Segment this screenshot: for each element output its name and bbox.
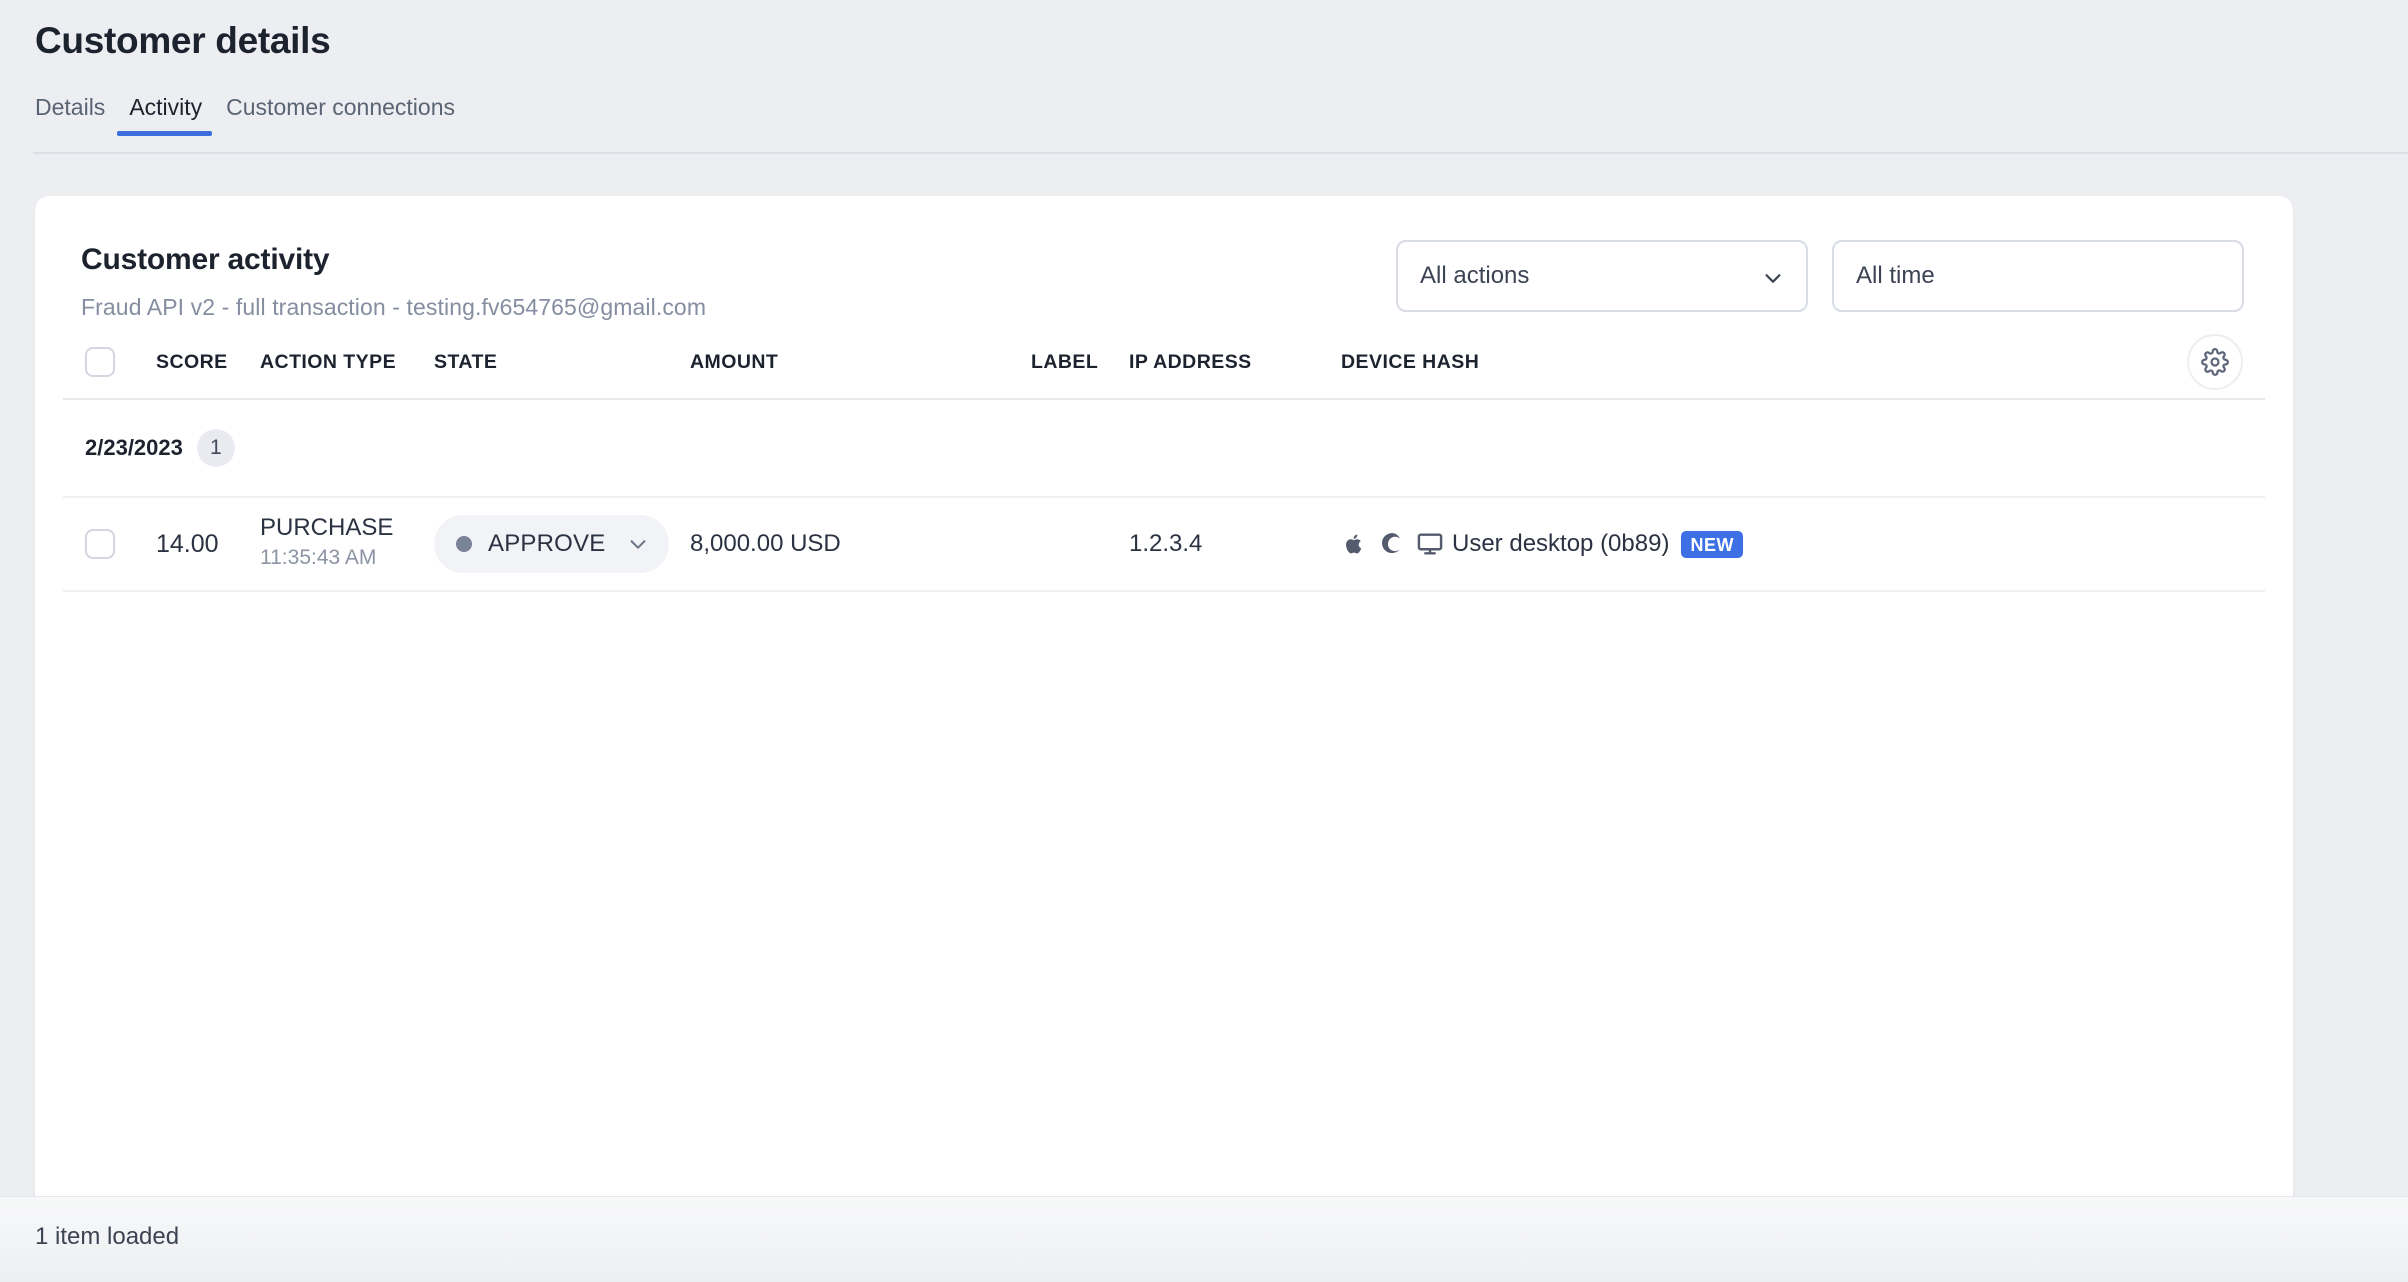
tab-bar: Details Activity Customer connections xyxy=(35,96,467,136)
column-header-score[interactable]: SCORE xyxy=(156,351,260,374)
date-group-count: 1 xyxy=(196,429,235,467)
customer-activity-card: Customer activity Fraud API v2 - full tr… xyxy=(35,196,2293,1196)
table-header-row: SCORE ACTION TYPE STATE AMOUNT LABEL IP … xyxy=(63,326,2265,400)
status-bar: 1 item loaded xyxy=(0,1196,2408,1282)
column-header-state[interactable]: STATE xyxy=(434,351,690,374)
page-header: Customer details Details Activity Custom… xyxy=(0,0,2408,155)
state-value: APPROVE xyxy=(488,530,606,557)
select-all-checkbox[interactable] xyxy=(85,347,115,377)
tab-details[interactable]: Details xyxy=(35,96,117,136)
tab-bar-divider xyxy=(33,152,2408,154)
gear-icon xyxy=(2201,348,2229,376)
chevron-down-icon xyxy=(1762,267,1784,289)
time-filter-value: All time xyxy=(1856,262,1935,289)
cell-state: APPROVE xyxy=(434,515,690,573)
browser-icon xyxy=(1379,530,1405,558)
items-loaded-status: 1 item loaded xyxy=(35,1223,180,1250)
cell-device-hash: User desktop (0b89) NEW xyxy=(1341,530,1743,558)
date-group-label: 2/23/2023 xyxy=(85,435,183,460)
column-header-device-hash[interactable]: DEVICE HASH xyxy=(1341,351,1741,374)
table-settings-button[interactable] xyxy=(2187,334,2243,390)
cell-amount: 8,000.00 USD xyxy=(690,530,841,557)
new-badge: NEW xyxy=(1681,530,1743,558)
tab-customer-connections[interactable]: Customer connections xyxy=(214,96,467,136)
column-header-ip-address[interactable]: IP ADDRESS xyxy=(1129,351,1284,374)
page-title: Customer details xyxy=(35,20,331,61)
row-select-checkbox[interactable] xyxy=(85,529,115,559)
chevron-down-icon xyxy=(627,533,649,555)
device-hash-value: User desktop (0b89) xyxy=(1452,530,1670,557)
filter-group: All actions All time xyxy=(1396,240,2244,312)
date-group-row: 2/23/2023 1 xyxy=(63,400,2265,496)
action-type-value: PURCHASE xyxy=(260,514,394,542)
action-filter-select[interactable]: All actions xyxy=(1396,240,1808,312)
desktop-monitor-icon xyxy=(1415,530,1445,558)
action-timestamp: 11:35:43 AM xyxy=(260,546,377,570)
state-status-dot xyxy=(456,536,472,552)
column-header-amount[interactable]: AMOUNT xyxy=(690,351,880,374)
cell-action-type: PURCHASE 11:35:43 AM xyxy=(260,515,434,572)
apple-icon xyxy=(1341,530,1367,558)
page-root: Customer details Details Activity Custom… xyxy=(0,0,2408,1282)
time-filter-select[interactable]: All time xyxy=(1832,240,2244,312)
card-subtitle: Fraud API v2 - full transaction - testin… xyxy=(81,294,707,320)
cell-ip-address: 1.2.3.4 xyxy=(1129,530,1203,557)
column-header-action-type[interactable]: ACTION TYPE xyxy=(260,351,434,374)
state-dropdown-approve[interactable]: APPROVE xyxy=(434,515,670,573)
cell-score: 14.00 xyxy=(156,529,219,558)
table-row[interactable]: 14.00 PURCHASE 11:35:43 AM APPROVE 8,000… xyxy=(63,496,2265,592)
activity-table: SCORE ACTION TYPE STATE AMOUNT LABEL IP … xyxy=(63,326,2265,592)
card-header: Customer activity Fraud API v2 - full tr… xyxy=(35,196,2293,326)
card-title: Customer activity xyxy=(81,243,330,276)
column-header-label[interactable]: LABEL xyxy=(1031,351,1099,374)
action-filter-value: All actions xyxy=(1420,262,1530,289)
tab-activity[interactable]: Activity xyxy=(117,96,214,136)
